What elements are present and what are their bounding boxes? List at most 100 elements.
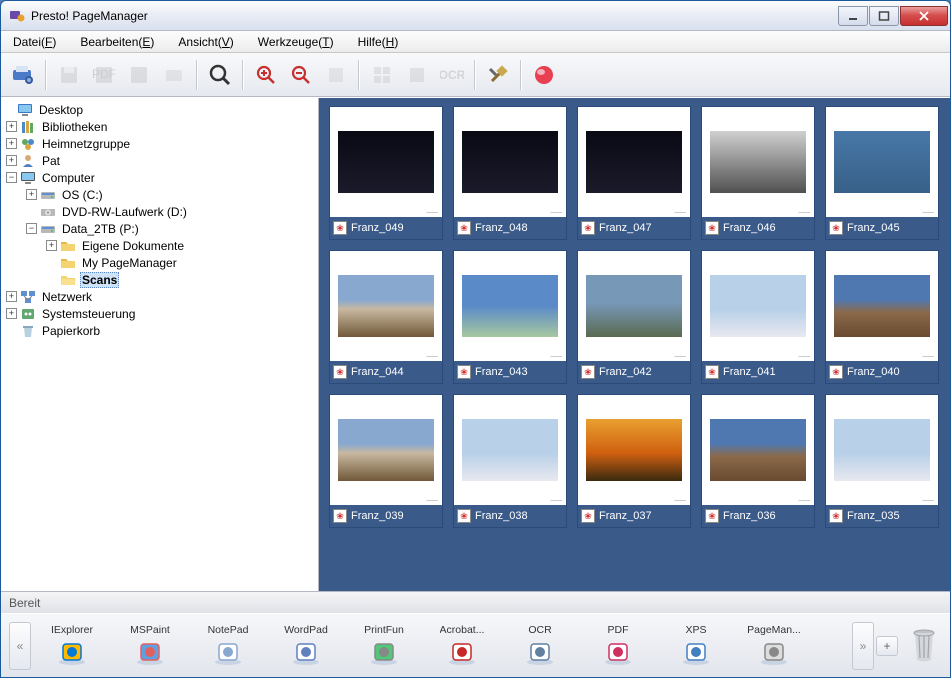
launch-item[interactable]: PrintFun xyxy=(349,624,419,668)
tree-eigene-dokumente[interactable]: +Eigene Dokumente xyxy=(3,237,316,254)
tree-pat[interactable]: +Pat xyxy=(3,152,316,169)
thumbnail[interactable]: Franz_049 xyxy=(329,106,443,240)
tree-bibliotheken[interactable]: +Bibliotheken xyxy=(3,118,316,135)
thumbnail-image xyxy=(586,419,682,481)
tree-netzwerk[interactable]: +Netzwerk xyxy=(3,288,316,305)
thumbnail[interactable]: Franz_035 xyxy=(825,394,939,528)
launch-app-icon xyxy=(600,636,636,668)
folder-icon xyxy=(60,238,76,254)
launch-app-icon xyxy=(678,636,714,668)
network-icon xyxy=(20,289,36,305)
tree-systemsteuerung[interactable]: +Systemsteuerung xyxy=(3,305,316,322)
settings-button[interactable] xyxy=(482,59,514,91)
launch-label: Acrobat... xyxy=(440,624,485,636)
scan-button[interactable] xyxy=(7,59,39,91)
menu-file[interactable]: Datei(F) xyxy=(7,33,62,51)
image-type-icon xyxy=(829,509,843,523)
launch-app-icon xyxy=(132,636,168,668)
maximize-button[interactable] xyxy=(869,6,899,26)
image-type-icon xyxy=(581,365,595,379)
close-button[interactable] xyxy=(900,6,948,26)
image-type-icon xyxy=(333,509,347,523)
thumbnail-label: Franz_044 xyxy=(351,366,404,378)
thumbnail[interactable]: Franz_047 xyxy=(577,106,691,240)
thumbnail-image xyxy=(834,419,930,481)
launch-item[interactable]: XPS xyxy=(661,624,731,668)
thumbnail[interactable]: Franz_041 xyxy=(701,250,815,384)
record-button[interactable] xyxy=(528,59,560,91)
image-type-icon xyxy=(705,509,719,523)
launch-item[interactable]: WordPad xyxy=(271,624,341,668)
tree-papierkorb[interactable]: Papierkorb xyxy=(3,322,316,339)
thumbnail[interactable]: Franz_040 xyxy=(825,250,939,384)
drive-icon xyxy=(40,221,56,237)
folder-icon xyxy=(60,255,76,271)
status-text: Bereit xyxy=(9,596,40,610)
launch-prev-button[interactable]: « xyxy=(9,622,31,670)
thumbnail-image xyxy=(586,131,682,193)
thumbnail-label: Franz_046 xyxy=(723,222,776,234)
save-button xyxy=(53,59,85,91)
launch-trash-icon[interactable] xyxy=(906,625,942,667)
launch-app-icon xyxy=(366,636,402,668)
image-type-icon xyxy=(581,509,595,523)
thumbnail[interactable]: Franz_046 xyxy=(701,106,815,240)
tree-scans[interactable]: Scans xyxy=(3,271,316,288)
thumbnail-image xyxy=(462,275,558,337)
tree-dvd-rw[interactable]: DVD-RW-Laufwerk (D:) xyxy=(3,203,316,220)
image-type-icon xyxy=(829,365,843,379)
thumbnail-label: Franz_045 xyxy=(847,222,900,234)
thumbnail-image xyxy=(834,275,930,337)
launch-item[interactable]: Acrobat... xyxy=(427,624,497,668)
tree-data-2tb[interactable]: −Data_2TB (P:) xyxy=(3,220,316,237)
thumbnail-image xyxy=(462,131,558,193)
thumbnail-image xyxy=(834,131,930,193)
launch-item[interactable]: PageMan... xyxy=(739,624,809,668)
launch-item[interactable]: MSPaint xyxy=(115,624,185,668)
launch-item[interactable]: NotePad xyxy=(193,624,263,668)
tree-my-pagemanager[interactable]: My PageManager xyxy=(3,254,316,271)
thumbnail[interactable]: Franz_045 xyxy=(825,106,939,240)
menu-tools[interactable]: Werkzeuge(T) xyxy=(252,33,340,51)
thumbnail-label: Franz_043 xyxy=(475,366,528,378)
svg-text:PDF: PDF xyxy=(93,67,115,81)
tree-computer[interactable]: −Computer xyxy=(3,169,316,186)
image-type-icon xyxy=(705,365,719,379)
launch-add-button[interactable]: + xyxy=(876,636,898,656)
desktop-icon xyxy=(17,102,33,118)
menu-edit[interactable]: Bearbeiten(E) xyxy=(74,33,160,51)
menu-view[interactable]: Ansicht(V) xyxy=(172,33,239,51)
image-type-icon xyxy=(457,365,471,379)
launch-bar: « IExplorer MSPaintNotePad WordPad PrintFun… xyxy=(1,613,950,677)
launch-label: IExplorer xyxy=(51,624,93,636)
thumbnail[interactable]: Franz_039 xyxy=(329,394,443,528)
tree-heimnetzgruppe[interactable]: +Heimnetzgruppe xyxy=(3,135,316,152)
image-type-icon xyxy=(829,221,843,235)
tree-os-c[interactable]: +OS (C:) xyxy=(3,186,316,203)
launch-item[interactable]: IExplorer xyxy=(37,624,107,668)
thumbnail[interactable]: Franz_044 xyxy=(329,250,443,384)
tree-desktop[interactable]: Desktop xyxy=(3,101,316,118)
window-title: Presto! PageManager xyxy=(31,9,838,23)
thumbnail[interactable]: Franz_043 xyxy=(453,250,567,384)
launch-next-button[interactable]: » xyxy=(852,622,874,670)
menu-help[interactable]: Hilfe(H) xyxy=(352,33,405,51)
launch-app-icon xyxy=(54,636,90,668)
toolbar: PDF OCR xyxy=(1,53,950,97)
zoom-in-button[interactable] xyxy=(250,59,282,91)
magnify-button[interactable] xyxy=(204,59,236,91)
thumbnail[interactable]: Franz_037 xyxy=(577,394,691,528)
launch-item[interactable]: PDF xyxy=(583,624,653,668)
thumbnail[interactable]: Franz_038 xyxy=(453,394,567,528)
thumbnail-area[interactable]: Franz_049Franz_048Franz_047 Franz_046 Fran… xyxy=(319,98,950,591)
thumbnail-label: Franz_039 xyxy=(351,510,404,522)
launch-item[interactable]: OCR xyxy=(505,624,575,668)
thumbnail[interactable]: Franz_042 xyxy=(577,250,691,384)
zoom-out-button[interactable] xyxy=(285,59,317,91)
image-type-icon xyxy=(457,509,471,523)
thumbnail[interactable]: Franz_036 xyxy=(701,394,815,528)
minimize-button[interactable] xyxy=(838,6,868,26)
folder-tree[interactable]: Desktop +Bibliotheken +Heimnetzgruppe +P… xyxy=(1,98,319,591)
launch-label: WordPad xyxy=(284,624,328,636)
thumbnail[interactable]: Franz_048 xyxy=(453,106,567,240)
